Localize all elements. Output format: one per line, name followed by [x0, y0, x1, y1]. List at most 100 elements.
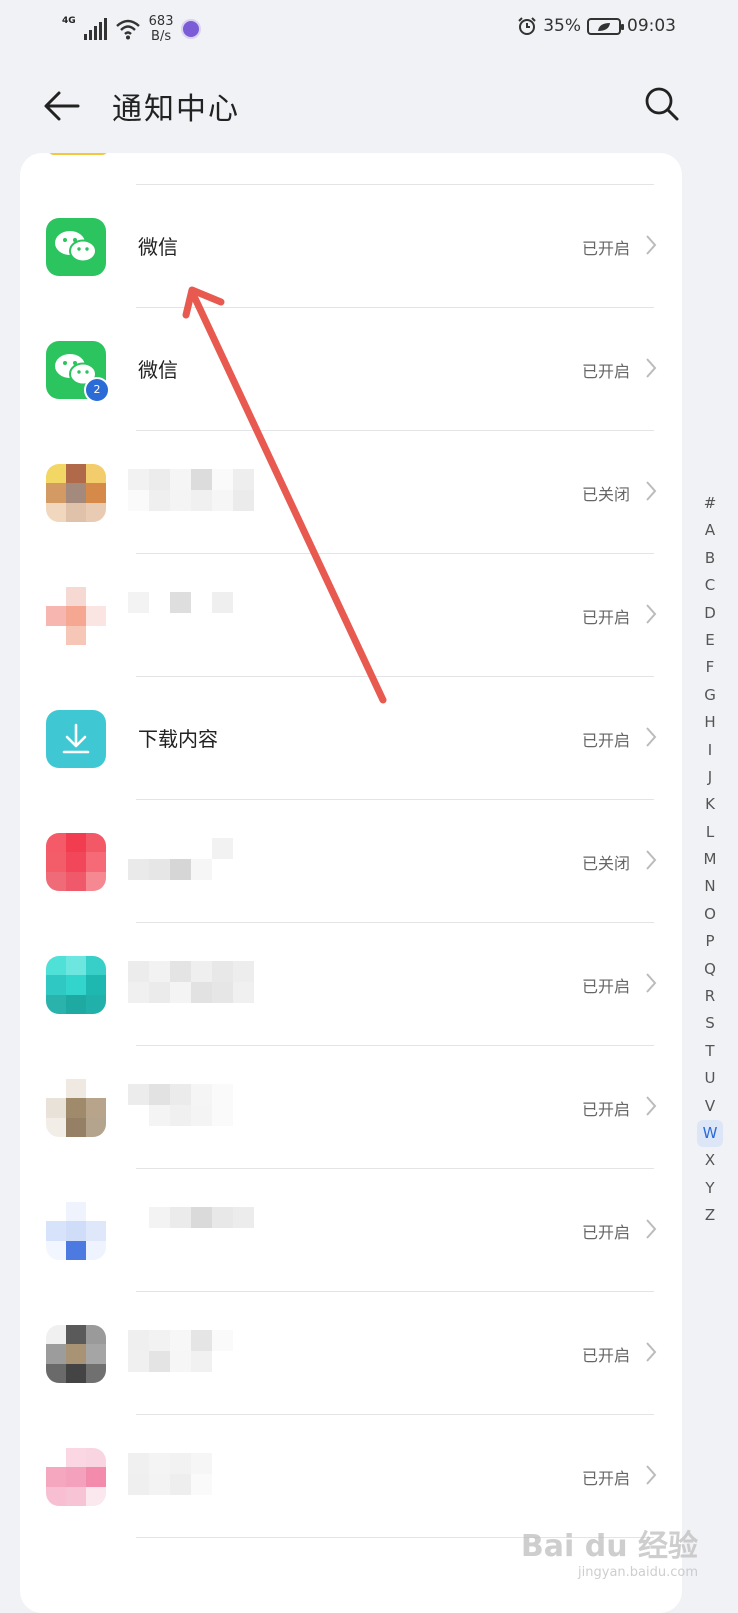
partial-app-icon: [48, 153, 108, 155]
chevron-right-icon: [646, 481, 657, 501]
watermark: Bai du 经验 jingyan.baidu.com: [521, 1521, 698, 1580]
index-letter-g[interactable]: G: [697, 682, 723, 709]
back-arrow-icon[interactable]: [42, 86, 82, 126]
notification-status: 已开启: [581, 1100, 630, 1119]
app-row-wechat[interactable]: 微信 已开启: [20, 185, 682, 308]
pixelated-app-icon: [46, 1448, 106, 1506]
index-letter-f[interactable]: F: [697, 654, 723, 681]
index-letter-v[interactable]: V: [697, 1093, 723, 1120]
speed-value: 683: [148, 14, 174, 29]
eco-leaf-icon: [598, 22, 610, 31]
notification-status: 已开启: [581, 608, 630, 627]
notification-status: 已开启: [581, 1346, 630, 1365]
pixelated-app-icon: [46, 1202, 106, 1260]
index-letter-j[interactable]: J: [697, 764, 723, 791]
blurred-app-name: [128, 1330, 233, 1372]
index-letter-w[interactable]: W: [697, 1119, 723, 1148]
index-letter-i[interactable]: I: [697, 737, 723, 764]
network-speed: 683 B/s: [149, 14, 174, 44]
download-icon: [46, 710, 106, 768]
signal-icon: [83, 18, 107, 40]
app-row-wechat-clone[interactable]: 2 微信 已开启: [20, 308, 682, 431]
app-row-blurred[interactable]: 已关闭: [20, 431, 682, 554]
notification-status: 已开启: [581, 1223, 630, 1242]
chevron-right-icon: [646, 1219, 657, 1239]
notification-status: 已开启: [581, 1469, 630, 1488]
notification-app-icon: [181, 19, 202, 39]
index-letter-z[interactable]: Z: [697, 1202, 723, 1229]
index-letter-u[interactable]: U: [697, 1065, 723, 1092]
index-letter-hash[interactable]: #: [697, 490, 723, 517]
blurred-app-name: [128, 1084, 233, 1126]
index-letter-e[interactable]: E: [697, 627, 723, 654]
index-letter-d[interactable]: D: [697, 600, 723, 627]
status-right: 35% 09:03: [517, 16, 676, 36]
chevron-right-icon: [646, 1342, 657, 1362]
app-name: 下载内容: [138, 727, 218, 751]
page-title: 通知中心: [112, 92, 240, 127]
alarm-icon: [518, 17, 536, 35]
chevron-right-icon: [646, 1096, 657, 1116]
index-letter-k[interactable]: K: [697, 791, 723, 818]
app-list-card: 微信 已开启 2 微信 已开启 已关闭 已开启 下载内容 已开启 已关闭 已开启…: [20, 153, 682, 1613]
index-letter-x[interactable]: X: [697, 1147, 723, 1174]
chevron-right-icon: [646, 973, 657, 993]
index-letter-m[interactable]: M: [697, 846, 723, 873]
index-letter-o[interactable]: O: [697, 901, 723, 928]
index-letter-q[interactable]: Q: [697, 956, 723, 983]
notification-status: 已开启: [581, 977, 630, 996]
index-letter-h[interactable]: H: [697, 709, 723, 736]
clock-time: 09:03: [627, 16, 676, 36]
blurred-app-name: [128, 592, 254, 613]
chevron-right-icon: [646, 727, 657, 747]
notification-status: 已关闭: [581, 485, 630, 504]
battery-percent: 35%: [543, 16, 581, 36]
index-letter-y[interactable]: Y: [697, 1175, 723, 1202]
index-letter-p[interactable]: P: [697, 928, 723, 955]
index-letter-s[interactable]: S: [697, 1010, 723, 1037]
battery-icon: [587, 17, 624, 35]
pixelated-app-icon: [46, 464, 106, 522]
notification-status: 已开启: [581, 731, 630, 750]
header-bar: 通知中心: [0, 70, 738, 140]
speed-unit: B/s: [151, 29, 172, 44]
index-letter-n[interactable]: N: [697, 873, 723, 900]
search-icon[interactable]: [644, 86, 680, 122]
app-name: 微信: [138, 358, 178, 382]
status-bar: 4G 683 B/s 35% 09:03: [0, 0, 738, 58]
index-letter-r[interactable]: R: [697, 983, 723, 1010]
chevron-right-icon: [646, 850, 657, 870]
blurred-app-name: [128, 961, 254, 1003]
chevron-right-icon: [646, 1465, 657, 1485]
clone-badge-icon: 2: [84, 377, 110, 403]
index-letter-c[interactable]: C: [697, 572, 723, 599]
app-row-blurred[interactable]: 已开启: [20, 923, 682, 1046]
notification-status: 已开启: [581, 362, 630, 381]
app-row-blurred[interactable]: 已关闭: [20, 800, 682, 923]
wifi-icon: [115, 19, 140, 40]
alphabet-index[interactable]: # A B C D E F G H I J K L M N O P Q R S T U V W X Y Z: [695, 490, 725, 1230]
wechat-clone-icon: 2: [46, 341, 110, 403]
app-row-blurred[interactable]: 已开启: [20, 1292, 682, 1415]
chevron-right-icon: [646, 235, 657, 255]
blurred-app-name: [128, 838, 233, 880]
app-row-blurred[interactable]: 已开启: [20, 1169, 682, 1292]
index-letter-l[interactable]: L: [697, 819, 723, 846]
app-name: 微信: [138, 235, 178, 259]
index-letter-t[interactable]: T: [697, 1038, 723, 1065]
chevron-right-icon: [646, 604, 657, 624]
index-letter-a[interactable]: A: [697, 517, 723, 544]
blurred-app-name: [128, 1453, 212, 1495]
status-left: 4G 683 B/s: [62, 14, 202, 44]
pixelated-app-icon: [46, 956, 106, 1014]
blurred-app-name: [128, 469, 254, 511]
pixelated-app-icon: [46, 1325, 106, 1383]
blurred-app-name: [128, 1207, 254, 1228]
notification-status: 已开启: [581, 239, 630, 258]
index-letter-b[interactable]: B: [697, 545, 723, 572]
app-row-blurred[interactable]: 已开启: [20, 1046, 682, 1169]
watermark-text: Bai du 经验: [520, 1529, 698, 1564]
app-row-blurred[interactable]: 已开启: [20, 1415, 682, 1538]
app-row-blurred[interactable]: 已开启: [20, 554, 682, 677]
app-row-downloads[interactable]: 下载内容 已开启: [20, 677, 682, 800]
